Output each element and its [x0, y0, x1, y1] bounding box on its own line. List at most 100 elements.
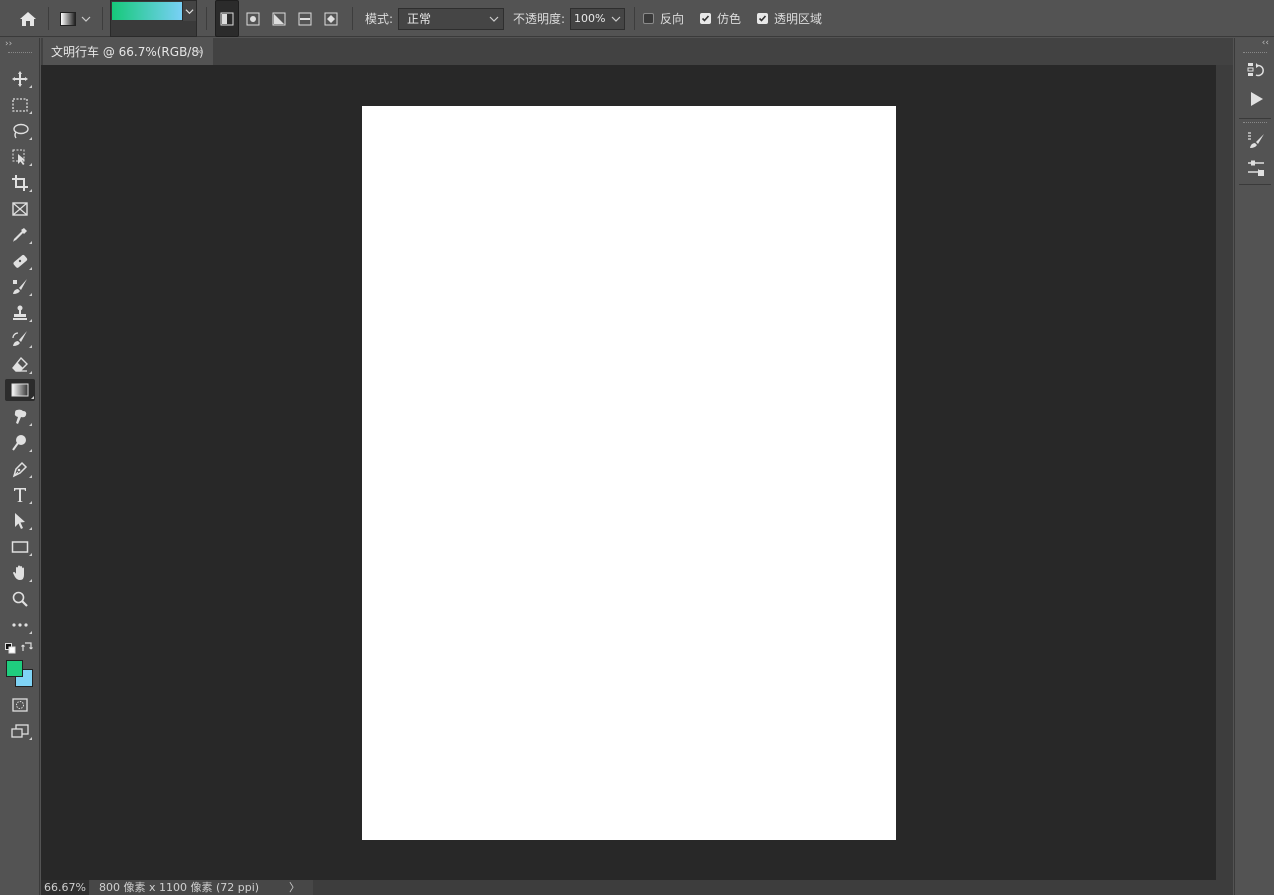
screen-mode-button[interactable] [7, 720, 33, 742]
panel-grip[interactable] [1243, 122, 1267, 124]
opacity-value: 100% [574, 12, 606, 25]
rectangle-tool[interactable] [7, 536, 33, 558]
quick-mask-button[interactable] [7, 694, 33, 716]
gradient-editor[interactable] [110, 0, 197, 37]
close-tab-icon[interactable]: × [195, 45, 204, 58]
reverse-checkbox[interactable]: 反向 [643, 0, 684, 37]
separator [352, 7, 353, 30]
adjustments-panel-button[interactable] [1245, 157, 1267, 179]
gradient-dropdown[interactable] [182, 1, 196, 21]
diamond-gradient-button[interactable] [319, 0, 343, 37]
lasso-icon [13, 123, 29, 139]
magnifier-icon [12, 591, 28, 607]
pen-tool[interactable] [7, 458, 33, 480]
diamond-gradient-icon [324, 12, 338, 25]
document-tab-bar: 文明行车 @ 66.7%(RGB/8) × [41, 38, 1233, 65]
move-tool[interactable] [7, 68, 33, 90]
brush-settings-panel-button[interactable] [1245, 129, 1267, 151]
brush-settings-icon [1248, 132, 1264, 148]
panel-divider [1239, 184, 1271, 185]
rectangle-icon [11, 541, 29, 553]
linear-gradient-button[interactable] [215, 0, 239, 37]
separator [102, 7, 103, 30]
horizontal-scrollbar[interactable] [275, 880, 1233, 895]
object-selection-tool[interactable] [7, 146, 33, 168]
hand-tool[interactable] [7, 562, 33, 584]
gradient-icon [11, 383, 29, 397]
dither-checkbox[interactable]: 仿色 [700, 0, 741, 37]
opacity-label: 不透明度: [513, 12, 566, 26]
collapse-panels-button[interactable]: ‹‹ [1235, 38, 1274, 50]
actions-panel-button[interactable] [1245, 88, 1267, 110]
angle-gradient-button[interactable] [267, 0, 291, 37]
reflected-gradient-button[interactable] [293, 0, 317, 37]
radial-gradient-button[interactable] [241, 0, 265, 37]
history-brush-icon [12, 331, 27, 346]
home-button[interactable] [16, 0, 40, 37]
play-icon [1251, 92, 1263, 106]
blur-tool[interactable] [7, 406, 33, 428]
lasso-tool[interactable] [7, 120, 33, 142]
screen-mode-icon [11, 724, 29, 738]
radial-gradient-icon [246, 12, 260, 25]
gradient-tool[interactable] [5, 379, 35, 401]
transparency-checkbox[interactable]: 透明区域 [757, 0, 822, 37]
healing-brush-tool[interactable] [7, 250, 33, 272]
frame-tool[interactable] [7, 198, 33, 220]
zoom-tool[interactable] [7, 588, 33, 610]
tool-preset-picker[interactable] [60, 0, 91, 37]
expand-toolbar-button[interactable]: ›› [0, 38, 40, 50]
default-colors-icon[interactable] [5, 643, 16, 654]
reflected-gradient-icon [298, 12, 312, 25]
foreground-color-swatch[interactable] [6, 660, 23, 677]
sliders-icon [1248, 160, 1264, 176]
checkbox-box[interactable] [643, 13, 654, 24]
dodge-tool[interactable] [7, 432, 33, 454]
status-bar: 66.67% 800 像素 x 1100 像素 (72 ppi) 〉 [41, 880, 313, 895]
separator [634, 7, 635, 30]
history-brush-tool[interactable] [7, 328, 33, 350]
eraser-icon [12, 356, 28, 372]
crop-tool[interactable] [7, 172, 33, 194]
document-canvas[interactable] [362, 106, 896, 840]
mode-label: 模式: [365, 12, 394, 26]
tools-panel: ›› [0, 38, 40, 895]
bandage-icon [13, 255, 28, 268]
object-selection-icon [12, 149, 25, 165]
zoom-level[interactable]: 66.67% [41, 880, 89, 895]
eyedropper-tool[interactable] [7, 224, 33, 246]
brush-icon [13, 279, 27, 294]
mode-select[interactable]: 正常 [398, 8, 504, 30]
vertical-scrollbar[interactable] [1216, 65, 1233, 880]
type-tool[interactable] [7, 484, 33, 506]
swap-colors-icon[interactable] [21, 641, 33, 653]
brush-tool[interactable] [7, 276, 33, 298]
smudge-icon [14, 409, 27, 424]
frame-icon [12, 202, 28, 216]
canvas-workspace[interactable] [41, 65, 1216, 880]
home-icon [20, 11, 36, 26]
document-tab[interactable]: 文明行车 @ 66.7%(RGB/8) × [43, 38, 213, 65]
chevron-down-icon [81, 16, 91, 22]
eraser-tool[interactable] [7, 354, 33, 376]
type-icon [14, 488, 26, 502]
separator [206, 7, 207, 30]
dodge-icon [12, 435, 26, 451]
gradient-preview[interactable] [112, 2, 183, 20]
history-panel-button[interactable] [1245, 59, 1267, 81]
clone-stamp-tool[interactable] [7, 302, 33, 324]
toolbar-grip[interactable] [8, 52, 32, 54]
checkbox-box[interactable] [757, 13, 768, 24]
panel-grip[interactable] [1243, 52, 1267, 54]
linear-gradient-icon [220, 12, 234, 25]
checkbox-box[interactable] [700, 13, 711, 24]
document-dimensions: 800 像素 x 1100 像素 (72 ppi) [89, 880, 275, 895]
right-panel-dock: ‹‹ [1234, 38, 1274, 895]
opacity-field[interactable]: 100% [570, 8, 625, 30]
path-selection-tool[interactable] [7, 510, 33, 532]
marquee-tool[interactable] [7, 94, 33, 116]
mode-value: 正常 [407, 12, 432, 26]
status-menu-arrow[interactable]: 〉 [275, 880, 313, 895]
more-tools-button[interactable] [7, 614, 33, 636]
hand-icon [13, 565, 24, 580]
